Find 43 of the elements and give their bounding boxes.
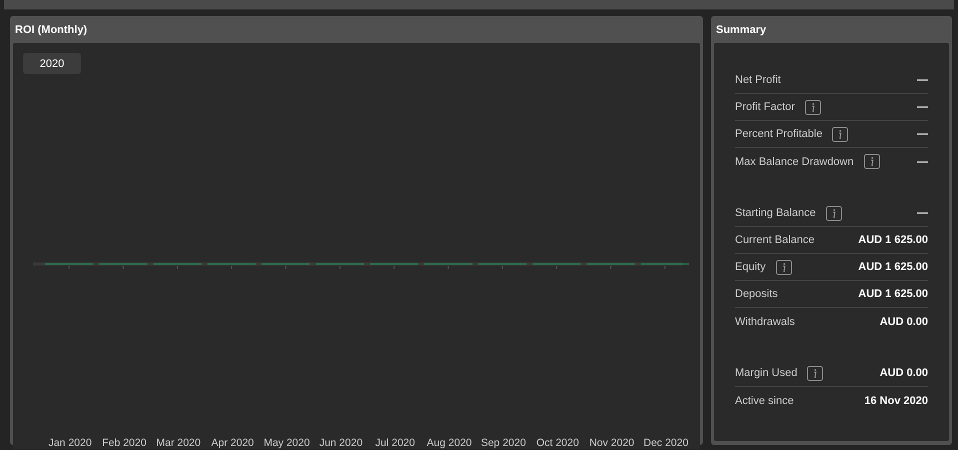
year-tab[interactable]: 2020: [23, 53, 81, 74]
stat-label: Current Balance: [735, 234, 814, 246]
panel-title: Summary: [715, 23, 768, 38]
info-icon[interactable]: [807, 366, 824, 380]
axis-label: Aug 2020: [426, 437, 473, 449]
stat-value: AUD 0.00: [880, 367, 928, 379]
stat-label: Starting Balance: [735, 207, 816, 219]
axis-label: May 2020: [262, 437, 311, 449]
info-icon[interactable]: [864, 154, 880, 169]
info-icon[interactable]: [776, 260, 792, 274]
stat-value: —: [917, 101, 928, 113]
axis-label: Jun 2020: [318, 437, 364, 449]
panel-title: ROI (Monthly): [14, 23, 88, 38]
info-icon[interactable]: [826, 206, 842, 220]
stat-value: —: [917, 207, 928, 219]
stat-label: Margin Used: [735, 367, 798, 379]
stat-value: AUD 1 625.00: [858, 261, 928, 273]
stat-value: —: [917, 128, 928, 140]
axis-label: Oct 2020: [535, 437, 580, 449]
stat-value: —: [917, 156, 928, 168]
stat-label: Equity: [735, 261, 766, 273]
stat-label: Active since: [735, 394, 794, 406]
axis-label: Jul 2020: [374, 437, 416, 449]
stat-value: —: [917, 74, 928, 86]
stat-label: Withdrawals: [735, 316, 795, 328]
stat-label: Deposits: [735, 288, 778, 300]
stat-value: 16 Nov 2020: [864, 394, 928, 406]
axis-label: Apr 2020: [210, 437, 255, 449]
stat-label: Percent Profitable: [735, 128, 822, 140]
info-icon[interactable]: [804, 100, 821, 114]
axis-label: Jan 2020: [47, 437, 93, 449]
stat-value: AUD 0.00: [880, 316, 928, 328]
axis-label: Dec 2020: [642, 437, 690, 449]
axis-label: Feb 2020: [101, 437, 148, 449]
stat-value: AUD 1 625.00: [858, 288, 928, 300]
stat-label: Max Balance Drawdown: [735, 156, 854, 168]
stat-value: AUD 1 625.00: [858, 234, 928, 246]
axis-label: Mar 2020: [155, 437, 202, 449]
stat-label: Profit Factor: [735, 101, 795, 113]
axis-label: Sep 2020: [480, 437, 527, 449]
info-icon[interactable]: [832, 126, 848, 142]
axis-label: Nov 2020: [588, 437, 636, 449]
stat-label: Net Profit: [735, 74, 781, 86]
